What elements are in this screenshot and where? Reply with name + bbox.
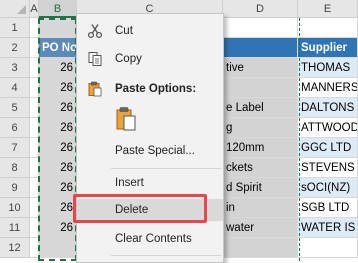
cell[interactable] xyxy=(223,18,298,38)
cell[interactable] xyxy=(30,138,39,158)
select-all-triangle-icon xyxy=(17,5,26,14)
menu-item-delete[interactable]: Delete xyxy=(77,199,223,221)
po-cell[interactable]: 26 xyxy=(39,138,77,158)
cell[interactable] xyxy=(39,18,77,38)
paste-options-label: Paste Options: xyxy=(115,83,197,95)
cell[interactable] xyxy=(30,38,39,58)
row-header-5[interactable]: 5 xyxy=(0,98,30,118)
menu-item-copy-label: Copy xyxy=(115,53,142,65)
description-cell[interactable] xyxy=(223,78,298,98)
menu-separator xyxy=(111,255,221,256)
select-all-corner[interactable] xyxy=(0,0,30,18)
row-header-10[interactable]: 10 xyxy=(0,198,30,218)
po-cell[interactable]: 26 xyxy=(39,178,77,198)
menu-item-paste-special[interactable]: Paste Special... xyxy=(77,140,223,162)
supplier-header-cell[interactable]: Supplier xyxy=(298,38,358,58)
po-cell[interactable]: 26 xyxy=(39,198,77,218)
row-header-6[interactable]: 6 xyxy=(0,118,30,138)
description-cell[interactable]: ckets xyxy=(223,158,298,178)
menu-item-paste-special-label: Paste Special... xyxy=(115,145,195,157)
cell[interactable] xyxy=(30,238,39,258)
description-cell[interactable]: g xyxy=(223,118,298,138)
supplier-cell[interactable]: SGB LTD xyxy=(298,198,358,218)
paste-options-heading: Paste Options: xyxy=(77,78,223,100)
column-header-e[interactable]: E xyxy=(298,0,358,18)
po-cell[interactable]: 26 xyxy=(39,98,77,118)
row-header-9[interactable]: 9 xyxy=(0,178,30,198)
po-cell[interactable]: 26 xyxy=(39,218,77,238)
row-header-2[interactable]: 2 xyxy=(0,38,30,58)
scissors-icon xyxy=(87,23,103,39)
menu-item-cut[interactable]: Cut xyxy=(77,20,223,42)
column-header-a[interactable]: A xyxy=(30,0,39,18)
menu-item-delete-label: Delete xyxy=(115,204,149,216)
row-header-11[interactable]: 11 xyxy=(0,218,30,238)
supplier-cell[interactable]: DALTONS xyxy=(298,98,358,118)
row-header-1[interactable]: 1 xyxy=(0,18,30,38)
cell[interactable] xyxy=(39,238,77,258)
cell[interactable] xyxy=(30,218,39,238)
supplier-cell[interactable]: STEVENS xyxy=(298,158,358,178)
row-header-8[interactable]: 8 xyxy=(0,158,30,178)
cell[interactable] xyxy=(30,178,39,198)
menu-item-cut-label: Cut xyxy=(115,25,133,37)
cell[interactable] xyxy=(30,198,39,218)
cell[interactable] xyxy=(298,18,358,38)
cell[interactable] xyxy=(223,238,298,258)
column-header-b[interactable]: B xyxy=(39,0,77,18)
supplier-cell[interactable]: THOMAS xyxy=(298,58,358,78)
cell[interactable] xyxy=(298,238,358,258)
cell[interactable] xyxy=(30,78,39,98)
po-cell[interactable]: 26 xyxy=(39,58,77,78)
clipboard-icon xyxy=(87,81,103,97)
menu-item-clear-contents[interactable]: Clear Contents xyxy=(77,228,223,250)
row-header-4[interactable]: 4 xyxy=(0,78,30,98)
supplier-cell[interactable]: MANNERS xyxy=(298,78,358,98)
menu-item-insert[interactable]: Insert xyxy=(77,172,223,194)
row-header-12[interactable]: 12 xyxy=(0,238,30,258)
description-cell[interactable]: d Spirit xyxy=(223,178,298,198)
paste-icon[interactable] xyxy=(115,106,137,132)
cell[interactable] xyxy=(30,118,39,138)
po-header-cell[interactable]: PO No xyxy=(39,38,77,58)
cell[interactable] xyxy=(223,38,298,58)
supplier-cell[interactable]: GGC LTD xyxy=(298,138,358,158)
copy-icon xyxy=(87,51,103,67)
po-cell[interactable]: 26 xyxy=(39,118,77,138)
description-cell[interactable]: water xyxy=(223,218,298,238)
supplier-cell[interactable]: WATER IS xyxy=(298,218,358,238)
cell[interactable] xyxy=(30,18,39,38)
context-menu: Cut Copy Paste Options: Paste Special...… xyxy=(76,13,224,263)
column-header-d[interactable]: D xyxy=(223,0,298,18)
po-cell[interactable]: 26 xyxy=(39,158,77,178)
row-header-7[interactable]: 7 xyxy=(0,138,30,158)
menu-separator xyxy=(111,168,221,169)
description-cell[interactable]: 120mm xyxy=(223,138,298,158)
menu-item-copy[interactable]: Copy xyxy=(77,48,223,70)
po-cell[interactable]: 26 xyxy=(39,78,77,98)
supplier-cell[interactable]: sOCI(NZ) xyxy=(298,178,358,198)
description-cell[interactable]: e Label xyxy=(223,98,298,118)
cell[interactable] xyxy=(30,58,39,78)
menu-item-clear-contents-label: Clear Contents xyxy=(115,233,192,245)
cell[interactable] xyxy=(30,98,39,118)
menu-item-insert-label: Insert xyxy=(115,177,144,189)
description-cell[interactable]: in xyxy=(223,198,298,218)
row-header-3[interactable]: 3 xyxy=(0,58,30,78)
supplier-cell[interactable]: ATTWOOD xyxy=(298,118,358,138)
description-cell[interactable]: tive xyxy=(223,58,298,78)
cell[interactable] xyxy=(30,158,39,178)
